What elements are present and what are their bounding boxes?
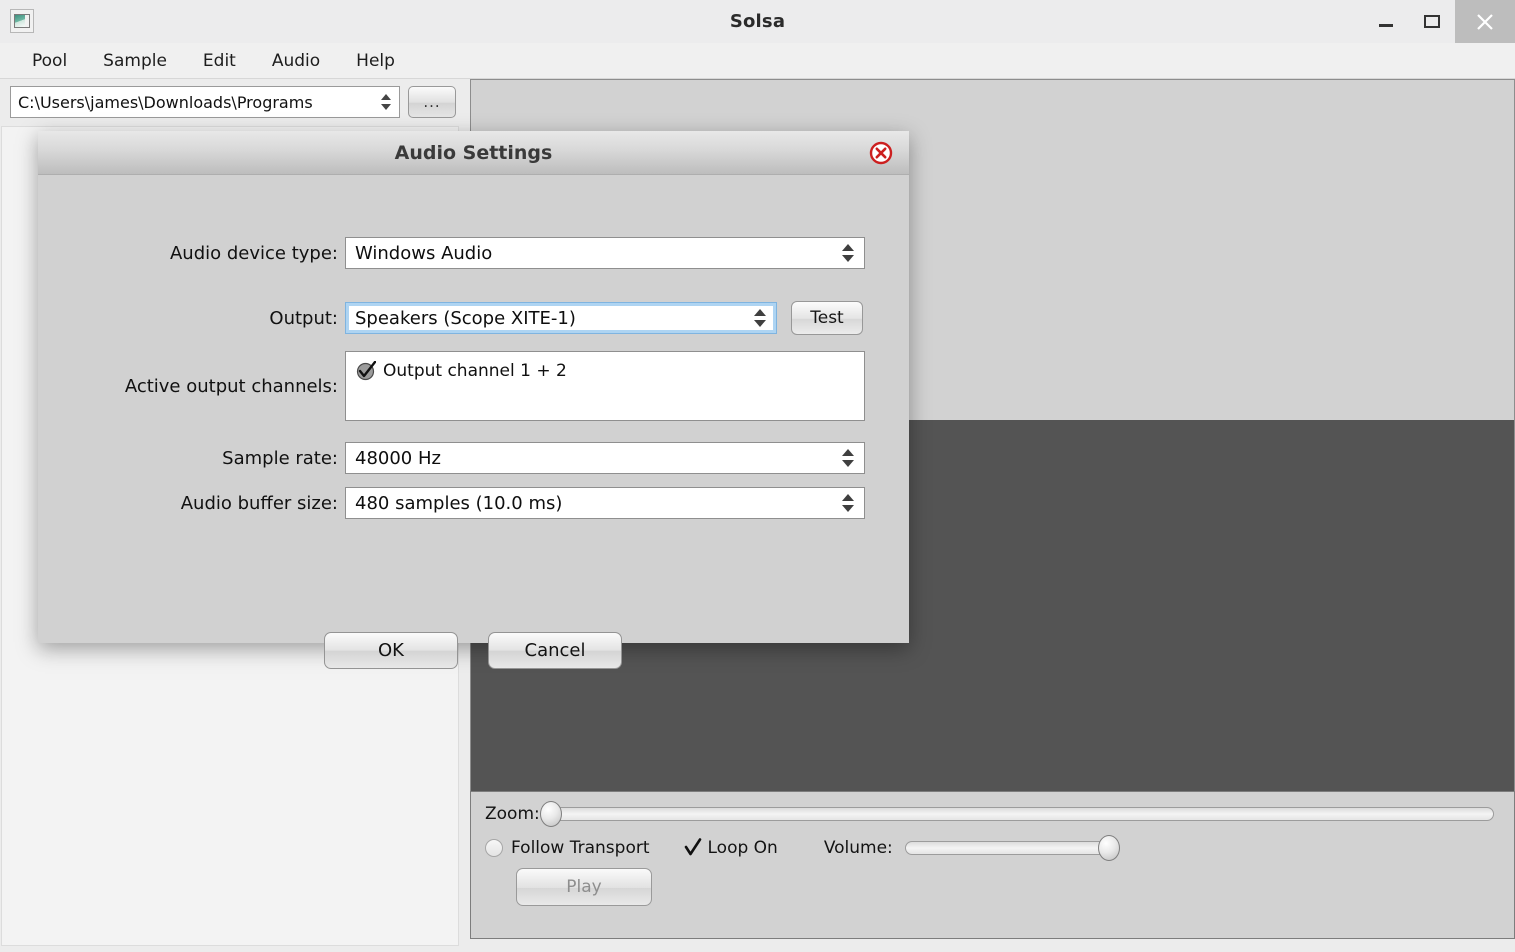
path-combo[interactable]: C:\Users\james\Downloads\Programs — [10, 86, 400, 118]
output-label: Output: — [269, 307, 338, 329]
test-button[interactable]: Test — [791, 301, 863, 335]
minimize-button[interactable] — [1363, 0, 1409, 43]
channel-item[interactable]: Output channel 1 + 2 — [356, 360, 854, 381]
buffer-size-label: Audio buffer size: — [180, 492, 338, 514]
path-row: C:\Users\james\Downloads\Programs ... — [10, 86, 456, 118]
chevron-updown-icon — [381, 93, 392, 111]
close-icon — [1477, 13, 1493, 30]
menu-bar: Pool Sample Edit Audio Help — [0, 43, 1515, 79]
chevron-updown-icon — [842, 448, 854, 468]
sample-rate-label: Sample rate: — [222, 447, 338, 469]
sample-rate-row: Sample rate: 48000 Hz — [38, 442, 868, 474]
device-type-label: Audio device type: — [169, 242, 338, 264]
dialog-actions: OK Cancel — [324, 632, 622, 669]
browse-button[interactable]: ... — [408, 86, 456, 118]
channel-item-label: Output channel 1 + 2 — [383, 361, 567, 381]
title-bar: Solsa — [0, 0, 1515, 43]
loop-on-checkbox[interactable]: Loop On — [684, 838, 778, 858]
zoom-slider[interactable] — [539, 801, 1494, 827]
device-type-row: Audio device type: Windows Audio — [38, 237, 868, 269]
output-combo[interactable]: Speakers (Scope XITE-1) — [345, 302, 777, 334]
window-controls — [1363, 0, 1515, 43]
audio-settings-dialog: Audio Settings Audio device type: Window… — [38, 131, 909, 669]
loop-on-label: Loop On — [707, 838, 778, 858]
window-title: Solsa — [729, 11, 786, 32]
checkbox-checked-icon — [356, 360, 377, 381]
dialog-body: Audio device type: Windows Audio Output:… — [38, 175, 909, 669]
close-circle-icon — [869, 141, 893, 164]
radio-unchecked-icon — [485, 839, 503, 857]
close-button[interactable] — [1455, 0, 1515, 43]
checkmark-icon — [684, 838, 702, 858]
cancel-button[interactable]: Cancel — [488, 632, 622, 669]
follow-transport-label: Follow Transport — [511, 838, 650, 858]
ok-button[interactable]: OK — [324, 632, 458, 669]
device-type-combo[interactable]: Windows Audio — [345, 237, 865, 269]
menu-item-help[interactable]: Help — [340, 47, 411, 75]
output-row: Output: Speakers (Scope XITE-1) Test — [38, 301, 868, 335]
minimize-icon — [1379, 24, 1393, 27]
active-channels-row: Active output channels: Output channel 1… — [38, 351, 868, 421]
options-row: Follow Transport Loop On Volume: — [485, 835, 1500, 861]
dialog-close-button[interactable] — [869, 141, 893, 165]
buffer-size-combo[interactable]: 480 samples (10.0 ms) — [345, 487, 865, 519]
play-row: Play — [485, 868, 1500, 906]
play-button[interactable]: Play — [516, 868, 652, 906]
path-combo-value: C:\Users\james\Downloads\Programs — [18, 92, 313, 112]
chevron-updown-icon — [842, 243, 854, 263]
volume-label: Volume: — [823, 838, 893, 858]
active-channels-label: Active output channels: — [124, 375, 338, 397]
dialog-title-bar: Audio Settings — [38, 131, 909, 175]
volume-slider[interactable] — [904, 835, 1121, 861]
maximize-button[interactable] — [1409, 0, 1455, 43]
zoom-label: Zoom: — [485, 804, 540, 824]
menu-item-pool[interactable]: Pool — [16, 47, 83, 75]
buffer-size-row: Audio buffer size: 480 samples (10.0 ms) — [38, 487, 868, 519]
maximize-icon — [1424, 15, 1440, 28]
device-type-value: Windows Audio — [355, 242, 493, 264]
transport-panel: Zoom: Follow Transport Loop On Volume: P… — [470, 791, 1515, 939]
dialog-title: Audio Settings — [394, 141, 553, 164]
follow-transport-checkbox[interactable]: Follow Transport — [485, 838, 650, 858]
zoom-row: Zoom: — [485, 801, 1500, 827]
zoom-slider-thumb[interactable] — [539, 801, 562, 827]
sample-rate-value: 48000 Hz — [355, 447, 441, 469]
menu-item-edit[interactable]: Edit — [187, 47, 252, 75]
chevron-updown-icon — [754, 308, 766, 328]
volume-slider-thumb[interactable] — [1098, 835, 1121, 861]
menu-item-sample[interactable]: Sample — [87, 47, 183, 75]
active-channels-list[interactable]: Output channel 1 + 2 — [345, 351, 865, 421]
menu-item-audio[interactable]: Audio — [256, 47, 336, 75]
output-value: Speakers (Scope XITE-1) — [355, 307, 576, 329]
application-window: Solsa Pool Sample Edit Audio Help C:\Use… — [0, 0, 1515, 952]
buffer-size-value: 480 samples (10.0 ms) — [355, 492, 563, 514]
chevron-updown-icon — [842, 493, 854, 513]
sample-rate-combo[interactable]: 48000 Hz — [345, 442, 865, 474]
